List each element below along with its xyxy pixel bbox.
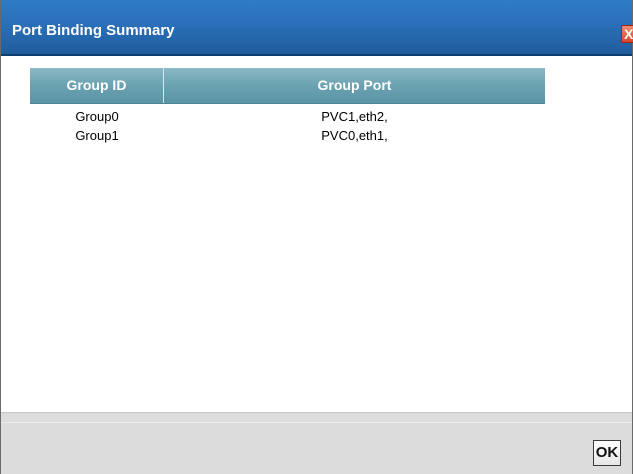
ok-button[interactable]: OK — [593, 440, 621, 466]
close-icon: X — [624, 26, 633, 42]
group-port-cell: PVC1,eth2, — [321, 109, 388, 124]
port-binding-summary-dialog: Port Binding Summary X Group ID Group Po… — [0, 0, 633, 474]
group-port-cell: PVC0,eth1, — [321, 128, 388, 143]
table-header: Group ID Group Port — [30, 68, 545, 104]
close-button[interactable]: X — [621, 25, 633, 43]
dialog-title: Port Binding Summary — [12, 22, 175, 39]
column-header-group-id: Group ID — [30, 68, 164, 103]
column-header-group-port: Group Port — [317, 77, 392, 93]
table-body: Group0 PVC1,eth2, Group1 PVC0,eth1, — [30, 107, 545, 145]
dialog-footer: OK — [1, 412, 632, 474]
table-row: Group0 PVC1,eth2, — [30, 107, 545, 126]
footer-divider — [1, 422, 632, 423]
dialog-titlebar: Port Binding Summary X — [1, 0, 633, 56]
table-row: Group1 PVC0,eth1, — [30, 126, 545, 145]
group-id-cell: Group1 — [75, 128, 119, 143]
group-id-cell: Group0 — [75, 109, 119, 124]
